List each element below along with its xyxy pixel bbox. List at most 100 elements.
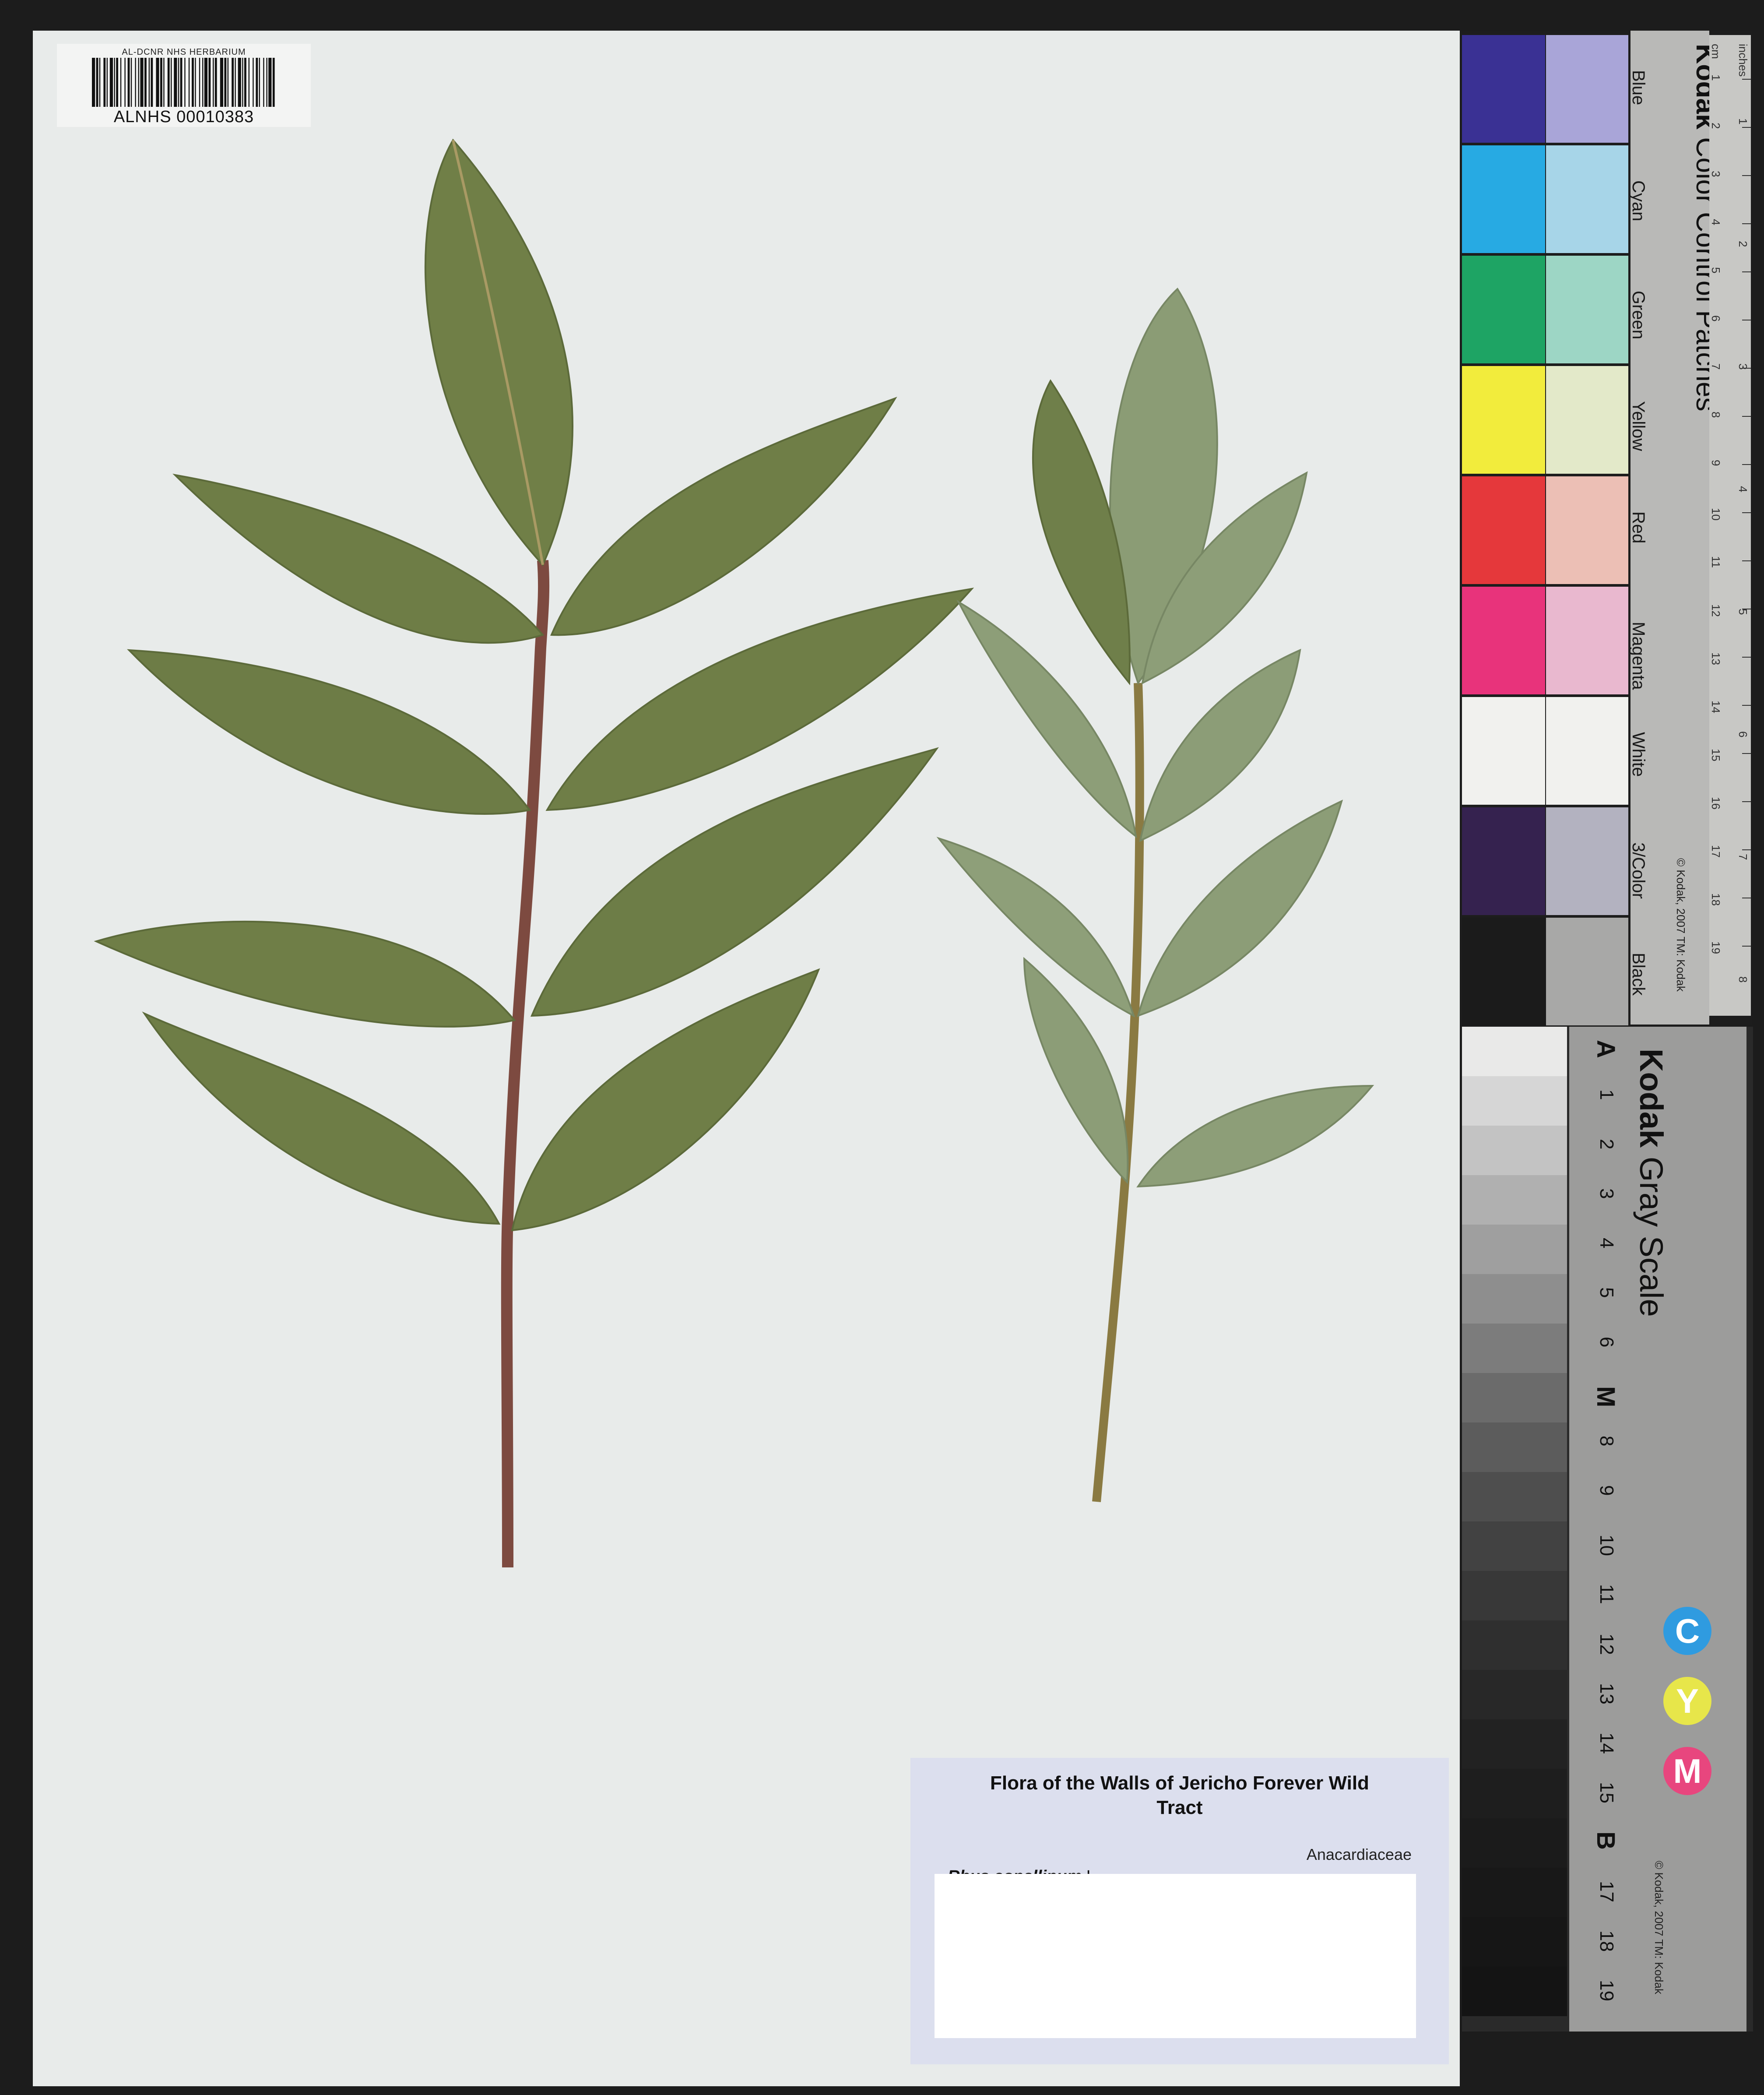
- color-patch-label: 3/Color: [1629, 842, 1648, 899]
- gray-step-label: B: [1592, 1831, 1620, 1850]
- color-patch-black-dark: [1462, 918, 1545, 1025]
- ruler-tick: [1742, 801, 1751, 802]
- color-patch-3-color-light: [1546, 807, 1628, 915]
- ruler-inch-label: 1: [1736, 118, 1750, 125]
- gray-step: [1462, 1175, 1567, 1225]
- color-patch-white-light: [1546, 697, 1628, 805]
- gray-step: [1462, 1868, 1567, 1917]
- cym-target-m: M: [1663, 1747, 1711, 1795]
- color-patch-green-dark: [1462, 256, 1545, 363]
- ruler-inch-unit: inches: [1736, 44, 1750, 77]
- color-patch-white-dark: [1462, 697, 1545, 805]
- left-leaf-3l: [94, 921, 516, 1028]
- right-leaf-1l: [1032, 379, 1131, 686]
- ruler-cm-label: 3: [1709, 171, 1722, 177]
- ruler-tick: [1742, 560, 1751, 561]
- ruler-tick: [1742, 657, 1751, 658]
- gray-step: [1462, 1967, 1567, 2016]
- color-patch-cyan-light: [1546, 145, 1628, 253]
- gray-step-label: A: [1592, 1040, 1620, 1058]
- gray-step: [1462, 1274, 1567, 1324]
- gray-step-label: 11: [1596, 1584, 1617, 1604]
- ruler-tick: [1742, 464, 1751, 465]
- gray-card-copyright: © Kodak, 2007 TM: Kodak: [1652, 1861, 1666, 1994]
- ruler-inch-label: 2: [1736, 241, 1750, 247]
- gray-step-label: 19: [1596, 1980, 1617, 2001]
- family-name: Anacardiaceae: [1306, 1845, 1412, 1863]
- gray-step: [1462, 1225, 1567, 1274]
- ruler-cm-label: 1: [1709, 74, 1722, 81]
- ruler-tick: [1742, 127, 1751, 128]
- gray-scale-card: A 1 2 3 4 5 6 M 8 9 10 11 12 13 14 15 B 17 18 19 C Y M: [1462, 1027, 1753, 2032]
- gray-step-label: 5: [1596, 1287, 1617, 1298]
- gray-step: [1462, 1324, 1567, 1373]
- gray-card-title: Kodak Gray Scale: [1633, 1049, 1670, 1317]
- gray-step-label: 13: [1596, 1683, 1617, 1704]
- gray-step: [1462, 1076, 1567, 1126]
- cym-target-c: C: [1663, 1607, 1711, 1655]
- right-leaf-2r: [1139, 648, 1301, 842]
- ruler-inch-label: 4: [1736, 486, 1750, 493]
- gray-step: [1462, 1620, 1567, 1670]
- ruler-cm-label: 12: [1709, 604, 1722, 617]
- ruler-tick: [1742, 271, 1751, 272]
- ruler-cm-unit: cm: [1709, 44, 1722, 59]
- ruler-inch-label: 6: [1736, 731, 1750, 738]
- gray-step: [1462, 1769, 1567, 1818]
- gray-step: [1462, 1373, 1567, 1422]
- color-patch-yellow-dark: [1462, 366, 1545, 474]
- ruler-inch-label: 3: [1736, 363, 1750, 370]
- ruler-cm-label: 17: [1709, 845, 1722, 858]
- color-patch-label: Red: [1629, 511, 1648, 544]
- ruler-cm-label: 4: [1709, 219, 1722, 225]
- color-patch-red-light: [1546, 476, 1628, 584]
- ruler-tick: [1742, 416, 1751, 417]
- ruler-inch-label: 7: [1736, 854, 1750, 860]
- left-leaf-terminal: [425, 138, 573, 567]
- ruler-cm-label: 18: [1709, 893, 1722, 906]
- collection-title: Flora of the Walls of Jericho Forever Wi…: [910, 1771, 1449, 1820]
- ruler-tick: [1742, 79, 1751, 80]
- left-leaf-1r: [550, 397, 897, 636]
- gray-step: [1462, 1917, 1567, 1967]
- color-patch-black-light: [1546, 918, 1628, 1025]
- color-patch-label: Yellow: [1629, 401, 1648, 451]
- gray-step-label: 4: [1596, 1238, 1617, 1249]
- color-patch-label: Magenta: [1629, 622, 1648, 690]
- ruler-cm-label: 15: [1709, 749, 1722, 761]
- left-rachis: [501, 560, 550, 1568]
- collection-title-line2: Tract: [1156, 1797, 1203, 1818]
- measurement-ruler: 1 2 3 4 5 6 7 8 9 10 11 12 13 14 15 16 17 18 19 1 2 3 4 5 6 7 8 cm i…: [1709, 35, 1751, 1016]
- gray-step-label: 17: [1596, 1881, 1617, 1902]
- ruler-tick: [1742, 705, 1751, 706]
- ruler-tick: [1742, 753, 1751, 754]
- color-patch-label: White: [1629, 732, 1648, 777]
- color-patch-magenta-light: [1546, 587, 1628, 694]
- gray-step-label: 1: [1596, 1089, 1617, 1100]
- gray-step-label: M: [1592, 1386, 1620, 1408]
- color-patch-label: Green: [1629, 291, 1648, 340]
- ruler-tick: [1742, 223, 1751, 224]
- gray-step: [1462, 1521, 1567, 1571]
- ruler-cm-label: 11: [1709, 556, 1722, 568]
- color-patch-red-dark: [1462, 476, 1545, 584]
- right-specimen-branch: [936, 287, 1374, 1502]
- ruler-cm-label: 8: [1709, 412, 1722, 418]
- color-patch-yellow-light: [1546, 366, 1628, 474]
- gray-step-label: 6: [1596, 1337, 1617, 1348]
- ruler-tick: [1742, 175, 1751, 176]
- ruler-tick: [1742, 946, 1751, 947]
- gray-step-label: 2: [1596, 1139, 1617, 1150]
- cym-target-y: Y: [1663, 1677, 1711, 1725]
- ruler-tick: [1742, 512, 1751, 513]
- ruler-inch-label: 5: [1736, 609, 1750, 615]
- gray-card-heading: Gray Scale: [1633, 1156, 1669, 1317]
- gray-step: [1462, 1472, 1567, 1521]
- ruler-cm-label: 14: [1709, 701, 1722, 713]
- gray-step: [1462, 1571, 1567, 1620]
- ruler-tick: [1742, 849, 1751, 850]
- gray-step: [1462, 1027, 1567, 1076]
- gray-step-label: 18: [1596, 1930, 1617, 1952]
- right-leaf-4r: [1136, 1084, 1374, 1188]
- left-leaf-2l: [127, 649, 531, 815]
